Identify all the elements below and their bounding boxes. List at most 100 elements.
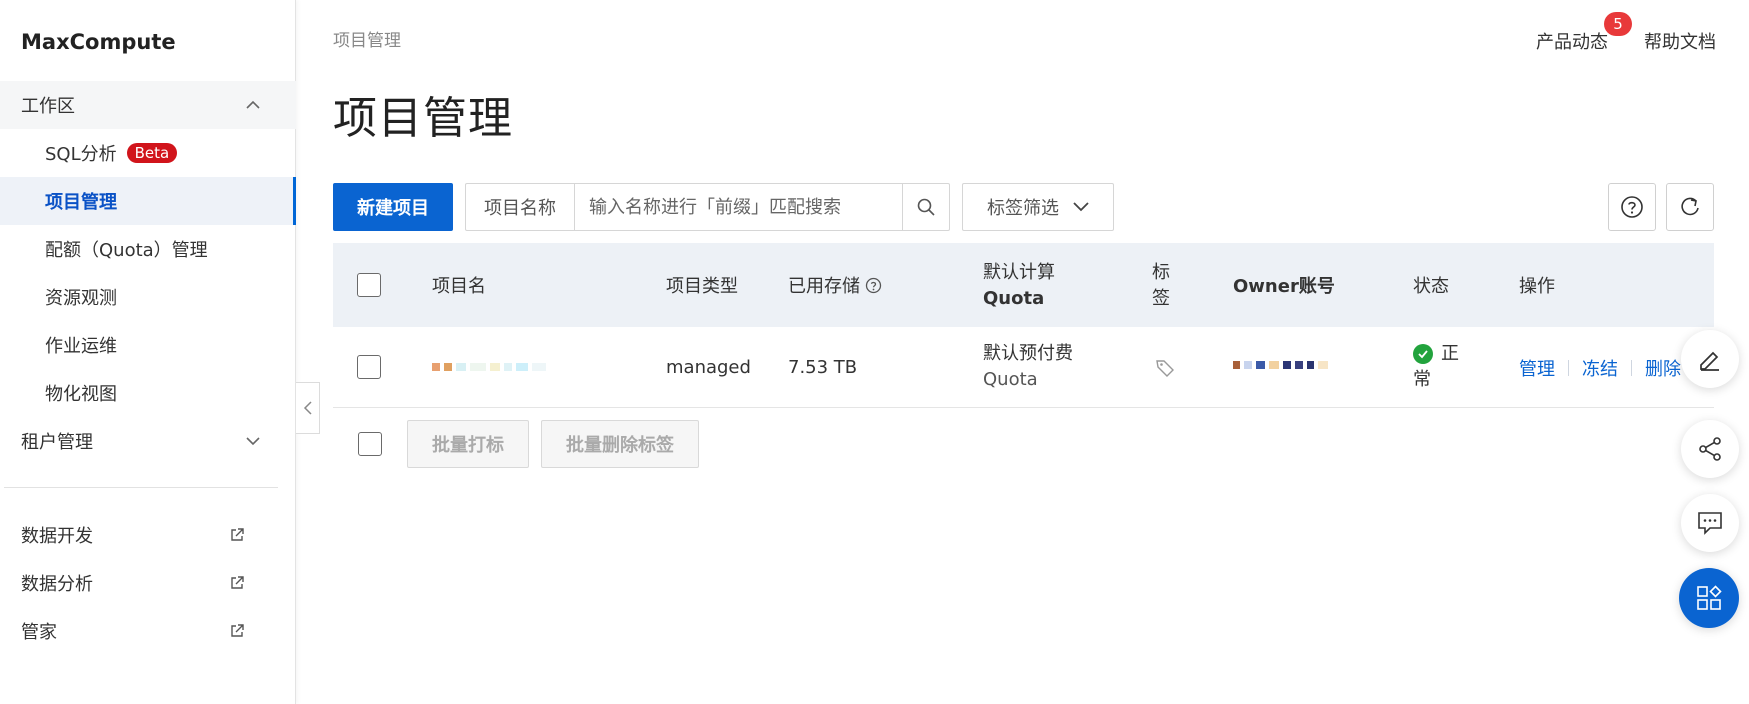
column-header-tags: 标 签 <box>1152 260 1170 312</box>
tag-filter-label: 标签筛选 <box>987 198 1059 219</box>
sidebar-item-label: SQL分析 <box>45 144 117 165</box>
sidebar-link-butler[interactable]: 管家 <box>0 607 296 655</box>
action-separator <box>1631 359 1632 376</box>
table-header: 项目名 项目类型 已用存储 默认计算 Quota 标 签 Owner账号 状态 … <box>333 243 1714 327</box>
sidebar-item-job-ops[interactable]: 作业运维 <box>0 321 296 369</box>
column-header-project-name: 项目名 <box>432 276 486 297</box>
breadcrumb[interactable]: 项目管理 <box>333 26 401 51</box>
apps-grid-icon <box>1697 585 1722 610</box>
freeze-link[interactable]: 冻结 <box>1582 355 1618 381</box>
column-header-label: 默认计算 <box>983 262 1055 283</box>
column-header-actions: 操作 <box>1519 276 1555 297</box>
sidebar-group-workspace[interactable]: 工作区 <box>0 81 296 129</box>
external-link-icon <box>231 528 244 541</box>
sidebar-group-label: 工作区 <box>21 96 75 117</box>
new-project-button[interactable]: 新建项目 <box>333 183 453 231</box>
batch-select-checkbox[interactable] <box>358 432 384 456</box>
sidebar-item-label: 项目管理 <box>45 192 117 213</box>
status-cell: 正 常 <box>1413 341 1459 393</box>
app-root: MaxCompute 工作区 SQL分析 Beta 项目管理 配额（Quota）… <box>0 0 1749 704</box>
chevron-down-icon <box>246 437 260 446</box>
sidebar-item-materialized-view[interactable]: 物化视图 <box>0 369 296 417</box>
question-circle-icon[interactable] <box>865 277 882 294</box>
tag-icon <box>1156 360 1174 377</box>
sidebar-item-label: 物化视图 <box>45 384 117 405</box>
news-count-badge: 5 <box>1604 12 1632 36</box>
search-field-select[interactable]: 项目名称 <box>466 184 575 230</box>
sidebar-item-resource-observation[interactable]: 资源观测 <box>0 273 296 321</box>
help-button[interactable] <box>1608 183 1656 231</box>
tag-icon-button[interactable] <box>1155 358 1175 378</box>
row-actions: 管理 冻结 删除 <box>1519 327 1681 408</box>
question-circle-icon <box>1621 196 1643 218</box>
used-storage: 7.53 TB <box>788 357 858 378</box>
sidebar-item-project-management[interactable]: 项目管理 <box>0 177 296 225</box>
sidebar-item-label: 资源观测 <box>45 288 117 309</box>
sidebar-link-data-analysis[interactable]: 数据分析 <box>0 559 296 607</box>
product-news-label: 产品动态 <box>1536 32 1608 53</box>
batch-tag-button[interactable]: 批量打标 <box>407 420 529 468</box>
sidebar-item-label: 数据开发 <box>21 526 93 547</box>
sidebar-item-label: 管家 <box>21 622 57 643</box>
chat-button[interactable] <box>1681 494 1739 552</box>
chevron-down-icon <box>1073 202 1089 212</box>
brand-title: MaxCompute <box>21 30 176 54</box>
chevron-left-icon <box>303 401 312 415</box>
product-news-link[interactable]: 产品动态 5 <box>1536 12 1632 54</box>
redacted-text <box>1233 361 1328 369</box>
owner-account-redacted <box>1233 361 1328 369</box>
project-name-redacted[interactable] <box>432 363 546 371</box>
project-type: managed <box>666 357 751 378</box>
sidebar-item-label: 配额（Quota）管理 <box>45 240 208 261</box>
sidebar-item-label: 数据分析 <box>21 574 93 595</box>
status-line: 正 <box>1413 341 1459 367</box>
page-title: 项目管理 <box>333 93 513 144</box>
sidebar-item-quota-management[interactable]: 配额（Quota）管理 <box>0 225 296 273</box>
sidebar-link-data-dev[interactable]: 数据开发 <box>0 511 296 559</box>
column-header-status: 状态 <box>1413 276 1449 297</box>
tag-filter-dropdown[interactable]: 标签筛选 <box>962 183 1114 231</box>
action-separator <box>1568 359 1569 376</box>
projects-table: 项目名 项目类型 已用存储 默认计算 Quota 标 签 Owner账号 状态 … <box>333 243 1714 408</box>
column-header-project-type: 项目类型 <box>666 276 738 297</box>
help-docs-link[interactable]: 帮助文档 <box>1644 28 1716 54</box>
refresh-icon <box>1681 197 1699 216</box>
column-header-used-storage: 已用存储 <box>788 243 882 327</box>
apps-button[interactable] <box>1679 568 1739 628</box>
beta-badge: Beta <box>126 143 178 163</box>
status-text: 常 <box>1413 369 1431 390</box>
sidebar-group-tenant[interactable]: 租户管理 <box>0 417 296 465</box>
column-header-label: 已用存储 <box>788 276 860 297</box>
pencil-icon <box>1700 351 1719 371</box>
refresh-button[interactable] <box>1666 183 1714 231</box>
search-input[interactable] <box>575 184 903 230</box>
chevron-up-icon <box>246 100 260 109</box>
column-header-label: Quota <box>983 288 1045 309</box>
quota-line: Quota <box>983 369 1038 390</box>
sidebar-item-sql-analysis[interactable]: SQL分析 Beta <box>0 129 296 177</box>
status-text: 正 <box>1441 343 1459 364</box>
sidebar-collapse-button[interactable] <box>296 382 320 434</box>
manage-link[interactable]: 管理 <box>1519 355 1555 381</box>
delete-link[interactable]: 删除 <box>1645 355 1681 381</box>
sidebar: MaxCompute 工作区 SQL分析 Beta 项目管理 配额（Quota）… <box>0 0 296 704</box>
redacted-text <box>432 363 546 371</box>
chat-icon <box>1698 512 1722 535</box>
check-circle-icon <box>1413 344 1433 364</box>
row-checkbox[interactable] <box>357 355 381 379</box>
column-header-label: 标 <box>1152 262 1170 283</box>
sidebar-group-label: 租户管理 <box>21 432 93 453</box>
search-button[interactable] <box>903 184 949 230</box>
batch-actions: 批量打标 批量删除标签 <box>333 420 699 468</box>
table-row: managed 7.53 TB 默认预付费 Quota 正 常 管理 冻结 删除 <box>333 327 1714 408</box>
search-group: 项目名称 <box>465 183 950 231</box>
batch-delete-tags-button[interactable]: 批量删除标签 <box>541 420 699 468</box>
share-button[interactable] <box>1681 420 1739 478</box>
main-content: 项目管理 产品动态 5 帮助文档 项目管理 新建项目 项目名称 标签筛选 <box>333 0 1749 704</box>
feedback-edit-button[interactable] <box>1681 330 1739 388</box>
sidebar-item-label: 作业运维 <box>45 336 117 357</box>
top-right-links: 产品动态 5 帮助文档 <box>1536 12 1716 54</box>
search-icon <box>917 198 935 216</box>
select-all-checkbox[interactable] <box>357 273 381 297</box>
toolbar: 新建项目 项目名称 标签筛选 <box>333 183 1114 231</box>
